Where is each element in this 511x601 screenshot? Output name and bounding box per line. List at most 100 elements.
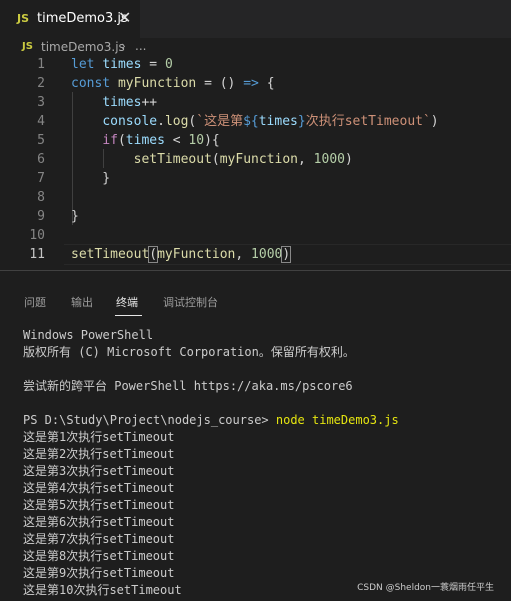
terminal-line: 这是第2次执行setTimeout xyxy=(23,446,399,463)
line-number: 8 xyxy=(37,190,45,205)
breadcrumb-file[interactable]: timeDemo3.js xyxy=(41,40,125,54)
code-line[interactable]: 3 times++ xyxy=(0,93,511,112)
code-token: times xyxy=(258,114,298,129)
code-line[interactable]: 6 setTimeout(myFunction, 1000) xyxy=(0,150,511,169)
code-token: = () xyxy=(196,76,244,91)
code-token: setTimeout xyxy=(133,152,212,167)
code-line[interactable]: 9} xyxy=(0,207,511,226)
code-token: 10 xyxy=(188,133,205,148)
code-text: times++ xyxy=(71,93,157,112)
code-token: const xyxy=(71,76,111,91)
code-line[interactable]: 5 if(times < 10){ xyxy=(0,131,511,150)
close-icon[interactable]: ✕ xyxy=(118,8,131,28)
code-token: ( xyxy=(211,152,220,167)
code-token: ) xyxy=(281,246,292,263)
terminal-line: PS D:\Study\Project\nodejs_course> node … xyxy=(23,412,399,429)
terminal-text: PS D:\Study\Project\nodejs_course> xyxy=(23,413,276,427)
code-text: setTimeout(myFunction, 1000) xyxy=(71,245,292,264)
code-token: } xyxy=(71,171,111,186)
code-token: ++ xyxy=(141,95,158,110)
line-number: 6 xyxy=(37,152,45,167)
chevron-right-icon: › xyxy=(121,39,126,53)
code-token: < xyxy=(164,133,189,148)
terminal-line: 这是第3次执行setTimeout xyxy=(23,463,399,480)
terminal-line: 这是第5次执行setTimeout xyxy=(23,497,399,514)
code-text: setTimeout(myFunction, 1000) xyxy=(71,150,353,169)
terminal-line: 这是第8次执行setTimeout xyxy=(23,548,399,565)
terminal-text: 这是第10次执行setTimeout xyxy=(23,583,182,597)
code-token: 0 xyxy=(164,58,173,72)
code-text: if(times < 10){ xyxy=(71,131,219,150)
code-token: 1000 xyxy=(251,247,283,262)
watermark: CSDN @Sheldon一蓑烟雨任平生 xyxy=(357,583,494,593)
code-text: } xyxy=(71,169,110,188)
code-text: let times = 0 xyxy=(71,58,173,74)
code-token: 1000 xyxy=(313,152,345,167)
editor-tab-bar: JS timeDemo3.js ✕ xyxy=(0,0,511,38)
terminal-text: 这是第6次执行setTimeout xyxy=(23,515,175,529)
code-line[interactable]: 8 xyxy=(0,188,511,207)
code-token: times xyxy=(125,133,165,148)
code-token: ( xyxy=(148,246,159,263)
terminal-text: Windows PowerShell xyxy=(23,328,154,342)
terminal-line: Windows PowerShell xyxy=(23,327,399,344)
code-token: } xyxy=(71,209,79,224)
code-line[interactable]: 1 let times = 0 xyxy=(0,58,511,74)
tab-debug-console[interactable]: 调试控制台 xyxy=(163,294,218,310)
terminal-line: 版权所有 (C) Microsoft Corporation。保留所有权利。 xyxy=(23,344,399,361)
terminal-text: 这是第8次执行setTimeout xyxy=(23,549,175,563)
line-number: 10 xyxy=(29,228,45,243)
line-number: 2 xyxy=(37,76,45,91)
js-file-icon: JS xyxy=(22,41,33,52)
code-line[interactable]: 10 xyxy=(0,226,511,245)
terminal-output[interactable]: Windows PowerShell 版权所有 (C) Microsoft Cor… xyxy=(23,327,399,599)
line-number: 9 xyxy=(37,209,45,224)
code-token: setTimeout xyxy=(71,247,150,262)
code-text: const myFunction = () => { xyxy=(71,74,275,93)
terminal-line: 这是第7次执行setTimeout xyxy=(23,531,399,548)
active-tab-indicator xyxy=(115,315,142,316)
terminal-text: 这是第2次执行setTimeout xyxy=(23,447,175,461)
breadcrumb-more[interactable]: ... xyxy=(135,39,146,53)
code-token: { xyxy=(258,76,275,91)
terminal-text: 这是第1次执行setTimeout xyxy=(23,430,175,444)
code-token: => xyxy=(243,76,259,91)
line-number: 1 xyxy=(37,58,45,72)
code-token: if xyxy=(102,133,118,148)
code-token: let xyxy=(71,58,95,72)
code-token: ) xyxy=(344,152,353,167)
terminal-text: 这是第7次执行setTimeout xyxy=(23,532,175,546)
tab-output[interactable]: 输出 xyxy=(71,294,93,310)
code-line[interactable]: 11 setTimeout(myFunction, 1000) xyxy=(0,245,511,264)
terminal-line: 这是第9次执行setTimeout xyxy=(23,565,399,582)
code-token: = xyxy=(141,58,165,72)
code-token: , xyxy=(235,247,252,262)
code-line[interactable]: 4 console.log(`这是第${times}次执行setTimeout`… xyxy=(0,112,511,131)
editor-tab-timedemo3[interactable]: JS timeDemo3.js ✕ xyxy=(0,0,140,38)
code-token: myFunction xyxy=(219,152,299,167)
terminal-command: node timeDemo3.js xyxy=(275,413,399,427)
code-token: 次执行setTimeout` xyxy=(305,114,431,129)
code-token: ( xyxy=(117,133,126,148)
code-line[interactable]: 7 } xyxy=(0,169,511,188)
breadcrumb: JS timeDemo3.js › ... xyxy=(0,38,511,58)
line-number: 7 xyxy=(37,171,45,186)
tab-title[interactable]: timeDemo3.js xyxy=(37,11,128,26)
code-token: ${ xyxy=(243,114,259,129)
line-number: 3 xyxy=(37,95,45,110)
tab-terminal[interactable]: 终端 xyxy=(116,294,138,310)
code-line[interactable]: 2 const myFunction = () => { xyxy=(0,74,511,93)
terminal-line: 这是第6次执行setTimeout xyxy=(23,514,399,531)
code-token: ) xyxy=(430,114,439,129)
terminal-text: 这是第9次执行setTimeout xyxy=(23,566,175,580)
line-number: 11 xyxy=(29,247,45,262)
tab-problems[interactable]: 问题 xyxy=(24,294,46,310)
terminal-text: 这是第5次执行setTimeout xyxy=(23,498,175,512)
terminal-text: 这是第3次执行setTimeout xyxy=(23,464,175,478)
code-editor[interactable]: 1 let times = 0 2 const myFunction = () => … xyxy=(0,58,511,270)
